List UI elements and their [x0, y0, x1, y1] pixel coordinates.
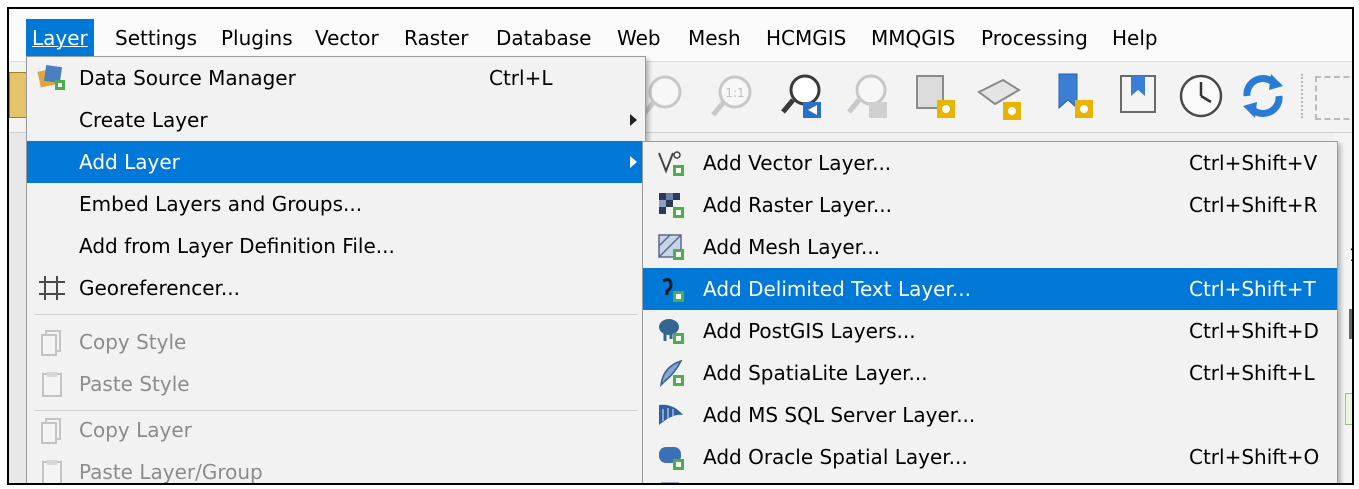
left-panel-edge	[9, 133, 27, 483]
oracle-icon	[659, 447, 684, 470]
mesh-layer-icon	[658, 234, 684, 260]
temporal-controller-icon[interactable]	[1175, 68, 1227, 124]
menu-item-add-vector-layer[interactable]: Add Vector Layer... Ctrl+Shift+V	[643, 142, 1337, 184]
raster-layer-icon	[659, 193, 684, 218]
right-panel-icon	[1349, 309, 1352, 339]
menu-item-copy-style: Copy Style	[27, 321, 645, 363]
right-panel-fragment: 1	[1349, 245, 1352, 266]
menu-item-copy-layer: Copy Layer	[27, 409, 645, 451]
submenu-arrow-icon	[630, 156, 637, 168]
spatialite-icon	[660, 359, 684, 387]
zoom-in-icon[interactable]	[639, 68, 691, 124]
postgis-icon	[659, 319, 684, 344]
menu-processing[interactable]: Processing	[975, 19, 1094, 57]
menu-item-add-oracle-layer[interactable]: Add Oracle Spatial Layer... Ctrl+Shift+O	[643, 436, 1337, 478]
menu-vector[interactable]: Vector	[309, 19, 385, 57]
add-layer-submenu: Add Vector Layer... Ctrl+Shift+V Add Ras…	[642, 141, 1338, 483]
submenu-arrow-icon	[630, 114, 637, 126]
copy-style-icon	[41, 330, 61, 356]
refresh-icon[interactable]	[1237, 68, 1289, 124]
svg-text:1:1: 1:1	[725, 86, 744, 100]
menu-settings[interactable]: Settings	[109, 19, 203, 57]
menu-mesh[interactable]: Mesh	[682, 19, 747, 57]
menu-item-add-mesh-layer[interactable]: Add Mesh Layer...	[643, 226, 1337, 268]
zoom-last-icon[interactable]	[777, 68, 829, 124]
menu-item-embed-layers[interactable]: Embed Layers and Groups...	[27, 183, 645, 225]
zoom-native-icon[interactable]: 1:1	[707, 68, 759, 124]
menu-item-georeferencer[interactable]: Georeferencer...	[27, 267, 645, 309]
new-3d-view-icon[interactable]	[973, 68, 1025, 124]
toolbar-handle[interactable]	[1301, 74, 1307, 118]
vector-layer-icon	[658, 151, 684, 176]
menu-item-add-raster-layer[interactable]: Add Raster Layer... Ctrl+Shift+R	[643, 184, 1337, 226]
mssql-icon	[659, 404, 683, 425]
menu-item-add-delimited-text-layer[interactable]: Add Delimited Text Layer... Ctrl+Shift+T	[643, 268, 1337, 310]
right-panel-link	[1345, 393, 1352, 425]
menu-item-add-from-definition[interactable]: Add from Layer Definition File...	[27, 225, 645, 267]
copy-layer-icon	[41, 418, 61, 444]
menu-item-add-mssql-layer[interactable]: Add MS SQL Server Layer...	[643, 394, 1337, 436]
menu-web[interactable]: Web	[611, 19, 667, 57]
menu-hcmgis[interactable]: HCMGIS	[760, 19, 852, 57]
delimited-text-icon	[662, 278, 684, 302]
menu-raster[interactable]: Raster	[398, 19, 475, 57]
show-bookmarks-icon[interactable]	[1113, 68, 1165, 124]
layer-menu: Data Source Manager Ctrl+L Create Layer …	[26, 56, 646, 483]
menu-item-add-spatialite-layer[interactable]: Add SpatiaLite Layer... Ctrl+Shift+L	[643, 352, 1337, 394]
menu-help[interactable]: Help	[1106, 19, 1164, 57]
menu-item-paste-layer: Paste Layer/Group	[27, 451, 645, 483]
paste-style-icon	[42, 372, 62, 397]
paste-layer-icon	[42, 460, 62, 483]
menubar: Layer Settings Plugins Vector Raster Dat…	[9, 9, 1352, 62]
menu-item-add-postgis-layers[interactable]: Add PostGIS Layers... Ctrl+Shift+D	[643, 310, 1337, 352]
menu-layer[interactable]: Layer	[26, 19, 94, 57]
georeferencer-icon	[39, 276, 65, 300]
zoom-next-icon[interactable]	[843, 68, 895, 124]
bookmark-icon[interactable]	[1049, 68, 1101, 124]
menu-item-paste-style: Paste Style	[27, 363, 645, 405]
menu-separator	[35, 314, 637, 315]
menu-item-add-layer[interactable]: Add Layer	[27, 141, 645, 183]
next-item-icon-fragment	[661, 482, 679, 483]
menu-mmqgis[interactable]: MMQGIS	[865, 19, 961, 57]
qgis-window: Layer Settings Plugins Vector Raster Dat…	[7, 7, 1354, 485]
menu-database[interactable]: Database	[490, 19, 597, 57]
menu-plugins[interactable]: Plugins	[215, 19, 299, 57]
select-features-icon[interactable]	[1315, 76, 1352, 120]
new-map-view-icon[interactable]	[909, 68, 961, 124]
menu-item-data-source-manager[interactable]: Data Source Manager Ctrl+L	[27, 57, 645, 99]
data-source-manager-icon	[37, 64, 65, 90]
menu-item-create-layer[interactable]: Create Layer	[27, 99, 645, 141]
